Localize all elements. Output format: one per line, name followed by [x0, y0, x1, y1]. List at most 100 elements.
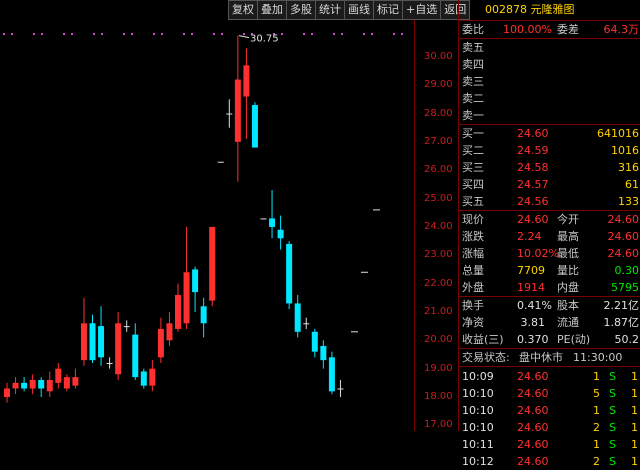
candle-body	[320, 345, 327, 361]
ask-label: 卖四	[462, 58, 484, 71]
ask-row[interactable]: 卖五	[459, 39, 640, 56]
candle-body	[21, 382, 28, 389]
guide-dot	[101, 33, 103, 35]
stock-code: 002878	[485, 3, 527, 16]
guide-dot	[153, 33, 155, 35]
quote-row: 总量 7709 量比 0.30	[459, 262, 640, 279]
ask-row[interactable]: 卖一	[459, 107, 640, 124]
tick-time: 10:10	[462, 421, 494, 434]
toolbar-button-draw[interactable]: 画线	[344, 0, 374, 20]
ask-row[interactable]: 卖三	[459, 73, 640, 90]
guide-dot	[3, 33, 5, 35]
tick-volume: 5	[593, 387, 600, 400]
tick-row[interactable]: 10:10 24.60 5 S 1	[459, 385, 640, 402]
bid-volume: 316	[618, 161, 639, 174]
guide-dot	[393, 33, 395, 35]
quote-panel: 002878 元隆雅图 委比 100.00% 委差 64.3万 卖五 卖四 卖三…	[458, 0, 640, 468]
tick-side: S	[609, 421, 616, 434]
bid-row[interactable]: 买四 24.57 61	[459, 176, 640, 193]
finance-row: 净资 3.81 流通 1.87亿	[459, 314, 640, 331]
quote-row: 涨幅 10.02% 最低 24.60	[459, 245, 640, 262]
commission-ratio: 100.00%	[503, 23, 552, 36]
bid-row[interactable]: 买三 24.58 316	[459, 159, 640, 176]
tick-row[interactable]: 10:09 24.60 1 S 1	[459, 368, 640, 385]
candle-body	[149, 368, 156, 386]
bid-price: 24.56	[517, 195, 549, 208]
chart-toolbar: 复权 叠加 多股 统计 画线 标记 +自选 返回	[228, 0, 471, 20]
commission-row: 委比 100.00% 委差 64.3万	[459, 21, 640, 38]
bid-volume: 61	[625, 178, 639, 191]
finance-label: 股本	[557, 299, 579, 312]
guide-dot	[131, 33, 133, 35]
toolbar-button-multi[interactable]: 多股	[286, 0, 316, 20]
tick-volume: 2	[593, 455, 600, 468]
quote-label: 涨跌	[462, 230, 484, 243]
quote-value: 0.30	[614, 264, 640, 277]
candle-body	[123, 326, 130, 328]
guide-dot	[363, 33, 365, 35]
ask-label: 卖三	[462, 75, 484, 88]
ask-row[interactable]: 卖二	[459, 90, 640, 107]
tick-row[interactable]: 10:11 24.60 1 S 1	[459, 436, 640, 453]
candle-body	[106, 362, 113, 364]
guide-dot	[401, 33, 403, 35]
quote-label: 内盘	[557, 281, 579, 294]
quote-value: 5795	[611, 281, 639, 294]
tick-side: S	[609, 387, 616, 400]
bid-volume: 641016	[597, 127, 639, 140]
commission-ratio-label: 委比	[462, 23, 484, 36]
guide-dot	[303, 33, 305, 35]
toolbar-button-add-watchlist[interactable]: +自选	[402, 0, 442, 20]
finance-row: 换手 0.41% 股本 2.21亿	[459, 297, 640, 314]
tick-price: 24.60	[517, 455, 549, 468]
toolbar-button-stats[interactable]: 统计	[315, 0, 345, 20]
toolbar-button-overlay[interactable]: 叠加	[257, 0, 287, 20]
tick-price: 24.60	[517, 421, 549, 434]
candle-body	[337, 388, 344, 390]
tick-row[interactable]: 10:10 24.60 1 S 1	[459, 402, 640, 419]
guide-dot	[41, 33, 43, 35]
tick-row[interactable]: 10:12 24.60 2 S 1	[459, 453, 640, 470]
bid-row[interactable]: 买二 24.59 1016	[459, 142, 640, 159]
tick-time: 10:10	[462, 404, 494, 417]
bid-row[interactable]: 买一 24.60 641016	[459, 125, 640, 142]
y-tick-label: 30.00	[424, 50, 453, 62]
y-tick-label: 27.00	[424, 135, 453, 147]
tick-row[interactable]: 10:10 24.60 2 S 1	[459, 419, 640, 436]
guide-dot	[341, 33, 343, 35]
tick-side: S	[609, 438, 616, 451]
tick-count: 1	[631, 387, 638, 400]
finance-label: PE(动)	[557, 333, 591, 346]
y-tick-label: 17.00	[424, 419, 453, 431]
finance-label: 收益(三)	[462, 333, 504, 346]
candle-body	[175, 294, 181, 329]
kline-chart[interactable]: 30.75	[0, 0, 458, 431]
price-axis: 30.00 29.00 28.00 27.00 26.00 25.00 24.00 23.00…	[414, 0, 459, 431]
quote-value: 1914	[517, 281, 545, 294]
bid-row[interactable]: 买五 24.56 133	[459, 193, 640, 210]
candle-body	[38, 379, 45, 389]
ask-row[interactable]: 卖四	[459, 56, 640, 73]
high-annotation-line	[238, 35, 250, 39]
guide-dot	[63, 33, 65, 35]
quote-value: 24.60	[607, 247, 640, 260]
quote-value: 24.60	[607, 230, 640, 243]
candle-body	[46, 379, 53, 392]
candle-body	[311, 331, 318, 352]
high-annotation-label: 30.75	[250, 34, 279, 45]
tick-time: 10:09	[462, 370, 494, 383]
bid-price: 24.58	[517, 161, 549, 174]
tick-time: 10:10	[462, 387, 494, 400]
bid-book: 买一 24.60 641016 买二 24.59 1016 买三 24.58 316 买四 2…	[459, 124, 640, 210]
tick-list: 10:09 24.60 1 S 1 10:10 24.60 5 S 1 10:10 24.60 1 S…	[459, 366, 640, 470]
guide-dot	[161, 33, 163, 35]
commission-diff: 64.3万	[603, 23, 640, 36]
tick-price: 24.60	[517, 404, 549, 417]
bid-volume: 1016	[611, 144, 639, 157]
toolbar-button-mark[interactable]: 标记	[373, 0, 403, 20]
candle-body	[200, 306, 207, 324]
quote-label: 涨幅	[462, 247, 484, 260]
toolbar-button-rights[interactable]: 复权	[228, 0, 258, 20]
candle-body	[243, 65, 250, 97]
tick-volume: 1	[593, 370, 600, 383]
